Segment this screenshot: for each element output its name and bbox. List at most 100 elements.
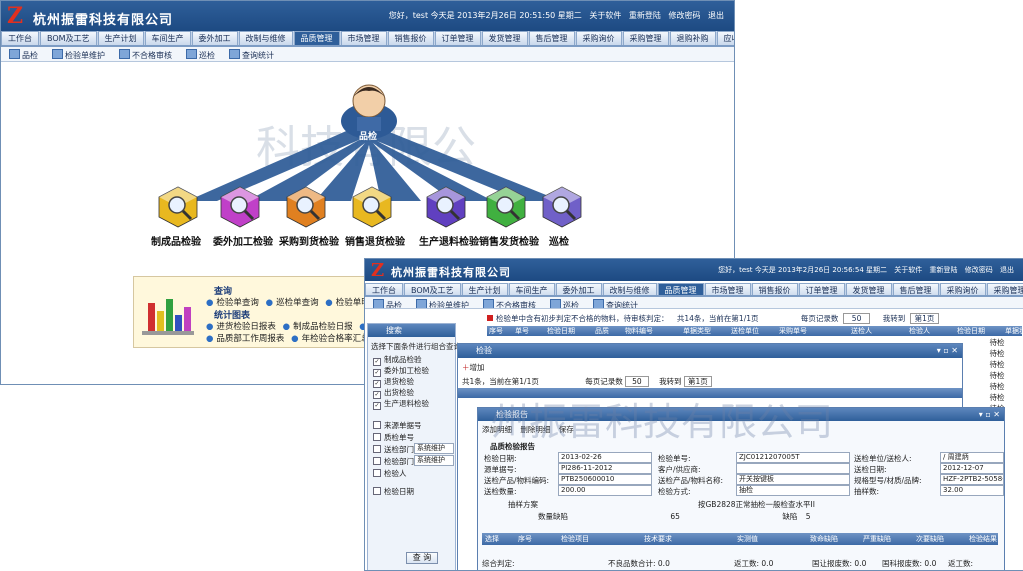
filter-field-row[interactable]: 来源单据号 (373, 420, 422, 431)
report-field-value[interactable]: PI286-11-2012 (558, 463, 652, 474)
grid-col-header[interactable]: 采购单号 (777, 326, 849, 336)
tab-10[interactable]: 发货管理 (481, 31, 528, 45)
report-field-value[interactable]: 200.00 (558, 485, 652, 496)
detail-col-header[interactable]: 次要缺陷 (913, 533, 966, 545)
grid-col-header[interactable]: 检验人 (907, 326, 955, 336)
tab-3[interactable]: 车间生产 (508, 283, 555, 295)
grid-col-header[interactable]: 序号 (487, 326, 513, 336)
tab-13[interactable]: 采购管理 (622, 31, 669, 45)
tab-2[interactable]: 生产计划 (461, 283, 508, 295)
relogin-link[interactable]: 重新登陆 (629, 11, 661, 20)
tab-0[interactable]: 工作台 (1, 31, 39, 45)
report-field-value[interactable]: 抽检 (736, 485, 850, 496)
detail-col-header[interactable]: 序号 (515, 533, 558, 545)
detail-col-header[interactable]: 选择 (482, 533, 515, 545)
inspection-node-label[interactable]: 生产退料检验 (419, 233, 479, 248)
tab-3[interactable]: 车间生产 (144, 31, 191, 45)
checkbox[interactable] (373, 433, 381, 441)
toolbar-item-3[interactable]: 巡检 (550, 299, 579, 308)
report-field-value[interactable]: PTB250600010 (558, 474, 652, 485)
toolbar-item-0[interactable]: 品检 (373, 299, 402, 308)
toolbar-item-0[interactable]: 品检 (9, 49, 38, 61)
change-password-link[interactable]: 修改密码 (668, 11, 700, 20)
tab-13[interactable]: 采购管理 (986, 283, 1023, 295)
tab-12[interactable]: 采购询价 (939, 283, 986, 295)
tab-7[interactable]: 市场管理 (704, 283, 751, 295)
inspection-node-label[interactable]: 制成品检验 (151, 233, 201, 248)
tab-5[interactable]: 改制与维修 (238, 31, 293, 45)
tab-15[interactable]: 应收账款 (716, 31, 734, 45)
toolbar-item-2[interactable]: 不合格审核 (483, 299, 536, 308)
window-controls[interactable]: ▾ ▫ ✕ (937, 344, 958, 358)
checkbox[interactable] (373, 445, 381, 453)
report-field-value[interactable]: 开关按键板 (736, 474, 850, 485)
tab-5[interactable]: 改制与维修 (602, 283, 657, 295)
toolbar-item-4[interactable]: 查询统计 (593, 299, 638, 308)
report-field-value[interactable]: 2012-12-07 (940, 463, 1004, 474)
grid-col-header[interactable]: 检验日期 (955, 326, 1003, 336)
relogin-link[interactable]: 重新登陆 (930, 266, 958, 274)
toolbar-item-3[interactable]: 巡检 (186, 49, 215, 61)
grid-col-header[interactable]: 单据状态 (1003, 326, 1022, 336)
inspection-node-label[interactable]: 销售退货检验 (345, 233, 405, 248)
goto-select[interactable]: 第1页 (909, 313, 940, 324)
checkbox[interactable] (373, 469, 381, 477)
about-link[interactable]: 关于软件 (589, 11, 621, 20)
tab-4[interactable]: 委外加工 (191, 31, 238, 45)
logout-link[interactable]: 退出 (1000, 266, 1014, 274)
page-size-input[interactable]: 50 (842, 313, 871, 324)
report-field-value[interactable]: 2013-02-26 (558, 452, 652, 463)
filter-field-row[interactable]: 检验人 (373, 468, 407, 479)
report-field-value[interactable] (736, 463, 850, 474)
filter-field-row[interactable]: 送检部门 (373, 444, 414, 455)
grid-col-header[interactable]: 送检人 (849, 326, 907, 336)
tab-11[interactable]: 售后管理 (528, 31, 575, 45)
filter-field-row[interactable]: 质检单号 (373, 432, 414, 443)
product-daily-link[interactable]: 制成品检验日报 (293, 322, 353, 332)
report-field-value[interactable]: 32.00 (940, 485, 1004, 496)
search-button[interactable]: 查 询 (406, 552, 438, 564)
window-controls[interactable]: ▾ ▫ ✕ (979, 408, 1000, 421)
tab-1[interactable]: BOM及工艺 (404, 283, 461, 295)
tab-9[interactable]: 订单管理 (798, 283, 845, 295)
grid-col-header[interactable]: 单号 (513, 326, 545, 336)
grid-col-header[interactable]: 检验日期 (545, 326, 593, 336)
inspection-node-icon[interactable] (537, 183, 587, 229)
detail-col-header[interactable]: 严重缺陷 (860, 533, 913, 545)
detail-col-header[interactable]: 检验结果 (966, 533, 998, 545)
tab-1[interactable]: BOM及工艺 (40, 31, 97, 45)
change-password-link[interactable]: 修改密码 (965, 266, 993, 274)
inspection-node-label[interactable]: 委外加工检验 (213, 233, 273, 248)
toolbar-item-4[interactable]: 查询统计 (229, 49, 274, 61)
filter-field-row[interactable]: 检验部门 (373, 456, 414, 467)
patrol-query-link[interactable]: 巡检单查询 (276, 298, 319, 308)
checkbox[interactable] (373, 457, 381, 465)
grid-col-header[interactable]: 品质 (593, 326, 623, 336)
tab-7[interactable]: 市场管理 (340, 31, 387, 45)
inspection-node-label[interactable]: 巡检 (549, 233, 569, 248)
inspection-add-button[interactable]: ＋增加 (462, 362, 485, 373)
checkbox[interactable] (373, 487, 381, 495)
tab-10[interactable]: 发货管理 (845, 283, 892, 295)
tab-2[interactable]: 生产计划 (97, 31, 144, 45)
inspection-node-icon[interactable] (215, 183, 265, 229)
tab-6[interactable]: 品质管理 (293, 31, 340, 45)
report-field-value[interactable]: / 周建炳 (940, 452, 1004, 463)
weekly-report-link[interactable]: 品质部工作周报表 (216, 334, 284, 344)
logout-link[interactable]: 退出 (708, 11, 724, 20)
tab-11[interactable]: 售后管理 (892, 283, 939, 295)
checkbox[interactable]: ✓ (373, 402, 381, 410)
inspection-node-icon[interactable] (481, 183, 531, 229)
detail-col-header[interactable]: 技术要求 (641, 533, 734, 545)
tab-12[interactable]: 采购询价 (575, 31, 622, 45)
tab-6[interactable]: 品质管理 (657, 283, 704, 295)
detail-col-header[interactable]: 检验项目 (558, 533, 641, 545)
about-link[interactable]: 关于软件 (894, 266, 922, 274)
detail-col-header[interactable]: 实测值 (734, 533, 807, 545)
toolbar-item-2[interactable]: 不合格审核 (119, 49, 172, 61)
dept-field[interactable]: 系统维护 (414, 443, 454, 454)
inspection-node-icon[interactable] (281, 183, 331, 229)
report-field-value[interactable]: ZJC0121207005T (736, 452, 850, 463)
toolbar-item-1[interactable]: 检验单维护 (52, 49, 105, 61)
inspection-node-icon[interactable] (347, 183, 397, 229)
